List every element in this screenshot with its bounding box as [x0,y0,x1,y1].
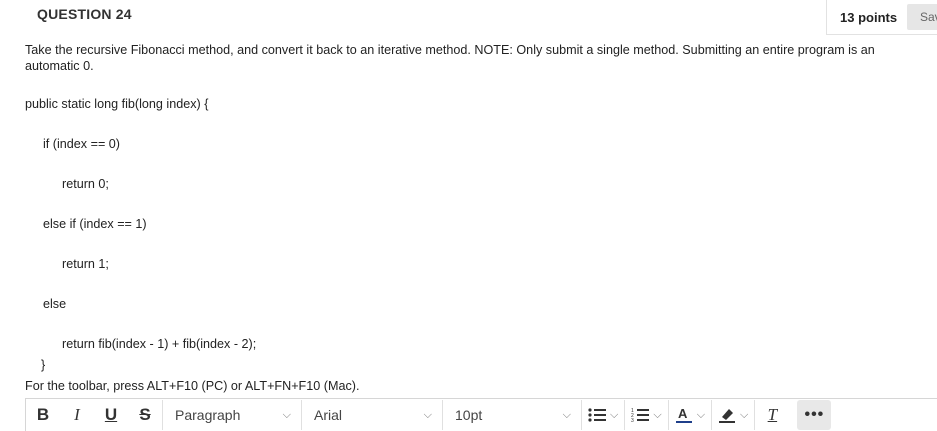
bold-button[interactable]: B [26,400,60,430]
font-size-select-value: 10pt [455,407,483,423]
numbered-list-icon: 1 2 3 [631,408,650,423]
italic-button[interactable]: I [60,400,94,430]
text-color-icon: A [675,406,692,423]
question-title: QUESTION 24 [37,6,132,22]
points-value: 13 points [840,9,898,25]
highlight-color-button[interactable]: ⌵ [712,400,754,430]
paragraph-select-value: Paragraph [175,407,241,423]
code-line-7: return fib(index - 1) + fib(index - 2); [62,337,257,351]
svg-text:A: A [678,406,688,421]
underline-button[interactable]: U [94,400,128,430]
question-text: Take the recursive Fibonacci method, and… [25,43,875,73]
code-line-4: else if (index == 1) [43,217,147,231]
code-line-8: } [41,358,46,372]
code-line-3: return 0; [62,177,109,191]
strikethrough-button[interactable]: S [128,400,162,430]
save-answer-button[interactable]: Save Answer [907,4,937,30]
code-line-1: public static long fib(long index) { [25,97,209,111]
toolbar-hint: For the toolbar, press ALT+F10 (PC) or A… [25,379,360,393]
bullet-list-icon [588,408,606,422]
chevron-down-icon: ⌵ [653,408,662,421]
chevron-down-icon: ⌵ [696,408,706,421]
highlighter-icon [719,409,736,423]
clear-formatting-button[interactable]: T [755,400,789,430]
chevron-down-icon: ⌵ [423,408,432,421]
font-select[interactable]: Arial ⌵ [302,400,442,430]
chevron-down-icon: ⌵ [562,408,571,421]
chevron-down-icon: ⌵ [282,408,291,421]
code-line-2: if (index == 0) [43,137,121,151]
bullet-list-button[interactable]: ⌵ [582,400,624,430]
numbered-list-button[interactable]: 1 2 3 ⌵ [625,400,667,430]
chevron-down-icon: ⌵ [740,408,749,421]
font-size-select[interactable]: 10pt ⌵ [443,400,581,430]
code-line-5: return 1; [62,257,109,271]
svg-text:3: 3 [631,418,634,423]
code-line-6: else [43,297,67,311]
points-panel: 13 points Save Answer [826,0,937,35]
editor-toolbar: B I U S Paragraph ⌵ Arial ⌵ 10pt ⌵ ⌵ 1 2… [25,398,937,431]
more-options-button[interactable]: ••• [797,400,832,430]
font-select-value: Arial [314,407,343,423]
text-color-button[interactable]: A ⌵ [669,400,711,430]
chevron-down-icon: ⌵ [610,408,619,421]
paragraph-select[interactable]: Paragraph ⌵ [163,400,301,430]
